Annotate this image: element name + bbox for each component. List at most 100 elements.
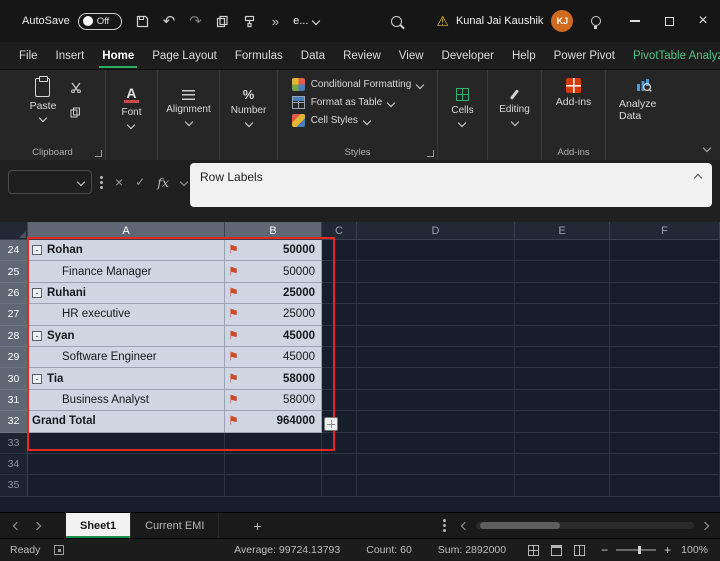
- cell-F27[interactable]: [610, 304, 720, 325]
- row-header-33[interactable]: 33: [0, 433, 28, 454]
- tab-pivottable-analyze[interactable]: PivotTable Analyze: [624, 42, 720, 69]
- cell-D24[interactable]: [357, 240, 515, 261]
- cell-D32[interactable]: [357, 411, 515, 432]
- cell-A26[interactable]: -Ruhani: [28, 283, 225, 304]
- cell-styles-button[interactable]: Cell Styles: [292, 114, 424, 127]
- cell-B35[interactable]: [225, 475, 322, 496]
- sheet-nav-right-icon[interactable]: [33, 521, 41, 529]
- conditional-formatting-button[interactable]: Conditional Formatting: [292, 78, 424, 91]
- collapse-group-button[interactable]: -: [32, 245, 42, 255]
- cell-A33[interactable]: [28, 433, 225, 454]
- cell-D34[interactable]: [357, 454, 515, 475]
- cell-A25[interactable]: Finance Manager: [28, 261, 225, 282]
- row-header-32[interactable]: 32: [0, 411, 28, 432]
- cell-A30[interactable]: -Tia: [28, 368, 225, 389]
- sheet-tab-current-emi[interactable]: Current EMI: [131, 513, 219, 538]
- insert-function-icon[interactable]: fx: [157, 175, 169, 190]
- cell-F33[interactable]: [610, 433, 720, 454]
- cell-E24[interactable]: [515, 240, 610, 261]
- record-macro-icon[interactable]: [54, 545, 64, 555]
- cell-F28[interactable]: [610, 326, 720, 347]
- styles-dialog-launcher-icon[interactable]: [427, 150, 434, 157]
- addins-button[interactable]: Add-ins: [549, 76, 599, 110]
- cell-D35[interactable]: [357, 475, 515, 496]
- horizontal-scrollbar[interactable]: [476, 522, 694, 529]
- row-header-24[interactable]: 24: [0, 240, 28, 261]
- number-dropdown[interactable]: % Number: [225, 76, 273, 138]
- row-header-30[interactable]: 30: [0, 368, 28, 389]
- copy-icon[interactable]: [216, 15, 229, 28]
- cell-B31[interactable]: ⚑58000: [225, 390, 322, 411]
- cell-F30[interactable]: [610, 368, 720, 389]
- more-commands-icon[interactable]: »: [272, 14, 279, 29]
- cell-C35[interactable]: [322, 475, 357, 496]
- analyze-data-button[interactable]: Analyze Data: [612, 76, 676, 124]
- cell-E34[interactable]: [515, 454, 610, 475]
- font-dropdown[interactable]: A Font: [115, 76, 147, 138]
- column-header-A[interactable]: A: [28, 222, 225, 240]
- cell-D27[interactable]: [357, 304, 515, 325]
- column-header-B[interactable]: B: [225, 222, 322, 240]
- maximize-button[interactable]: [652, 6, 686, 36]
- column-header-E[interactable]: E: [515, 222, 610, 240]
- tab-file[interactable]: File: [10, 42, 47, 69]
- user-name[interactable]: Kunal Jai Kaushik: [456, 15, 543, 27]
- paste-button[interactable]: Paste: [23, 76, 64, 123]
- cancel-entry-icon[interactable]: ×: [115, 174, 123, 190]
- cell-B30[interactable]: ⚑58000: [225, 368, 322, 389]
- page-break-view-icon[interactable]: [574, 545, 585, 556]
- row-header-34[interactable]: 34: [0, 454, 28, 475]
- tab-review[interactable]: Review: [334, 42, 390, 69]
- close-button[interactable]: ×: [686, 6, 720, 36]
- row-header-25[interactable]: 25: [0, 261, 28, 282]
- cell-C28[interactable]: [322, 326, 357, 347]
- sheet-nav-left-icon[interactable]: [13, 521, 21, 529]
- cell-A27[interactable]: HR executive: [28, 304, 225, 325]
- new-sheet-button[interactable]: +: [253, 518, 261, 534]
- row-header-35[interactable]: 35: [0, 475, 28, 496]
- document-name-dropdown[interactable]: e...: [293, 15, 319, 27]
- sheet-tab-sheet1[interactable]: Sheet1: [66, 513, 131, 538]
- cell-E32[interactable]: [515, 411, 610, 432]
- hscroll-left-icon[interactable]: [461, 521, 469, 529]
- cell-A35[interactable]: [28, 475, 225, 496]
- lightbulb-icon[interactable]: [591, 16, 601, 26]
- tab-developer[interactable]: Developer: [433, 42, 503, 69]
- cell-C29[interactable]: [322, 347, 357, 368]
- row-header-26[interactable]: 26: [0, 283, 28, 304]
- name-box[interactable]: [8, 170, 92, 194]
- formula-bar-input[interactable]: Row Labels: [190, 163, 712, 207]
- cell-B34[interactable]: [225, 454, 322, 475]
- cell-E29[interactable]: [515, 347, 610, 368]
- cell-B29[interactable]: ⚑45000: [225, 347, 322, 368]
- cell-E28[interactable]: [515, 326, 610, 347]
- select-all-corner[interactable]: [0, 222, 28, 240]
- cell-C24[interactable]: [322, 240, 357, 261]
- cell-E30[interactable]: [515, 368, 610, 389]
- row-header-27[interactable]: 27: [0, 304, 28, 325]
- cell-A34[interactable]: [28, 454, 225, 475]
- collapse-group-button[interactable]: -: [32, 331, 42, 341]
- tab-home[interactable]: Home: [93, 42, 143, 69]
- alignment-dropdown[interactable]: Alignment: [160, 76, 216, 138]
- cell-B26[interactable]: ⚑25000: [225, 283, 322, 304]
- cell-F26[interactable]: [610, 283, 720, 304]
- cell-E27[interactable]: [515, 304, 610, 325]
- cell-C33[interactable]: [322, 433, 357, 454]
- cell-F34[interactable]: [610, 454, 720, 475]
- tab-power-pivot[interactable]: Power Pivot: [545, 42, 624, 69]
- zoom-in-icon[interactable]: +: [664, 543, 671, 557]
- tab-view[interactable]: View: [390, 42, 433, 69]
- format-as-table-button[interactable]: Format as Table: [292, 96, 424, 109]
- cell-B25[interactable]: ⚑50000: [225, 261, 322, 282]
- cell-F32[interactable]: [610, 411, 720, 432]
- cell-D29[interactable]: [357, 347, 515, 368]
- tab-help[interactable]: Help: [503, 42, 545, 69]
- clipboard-dialog-launcher-icon[interactable]: [95, 150, 102, 157]
- collapse-ribbon-icon[interactable]: [704, 138, 710, 156]
- collapse-group-button[interactable]: -: [32, 288, 42, 298]
- cell-D31[interactable]: [357, 390, 515, 411]
- cell-C30[interactable]: [322, 368, 357, 389]
- cell-E31[interactable]: [515, 390, 610, 411]
- undo-icon[interactable]: ↶: [163, 14, 176, 29]
